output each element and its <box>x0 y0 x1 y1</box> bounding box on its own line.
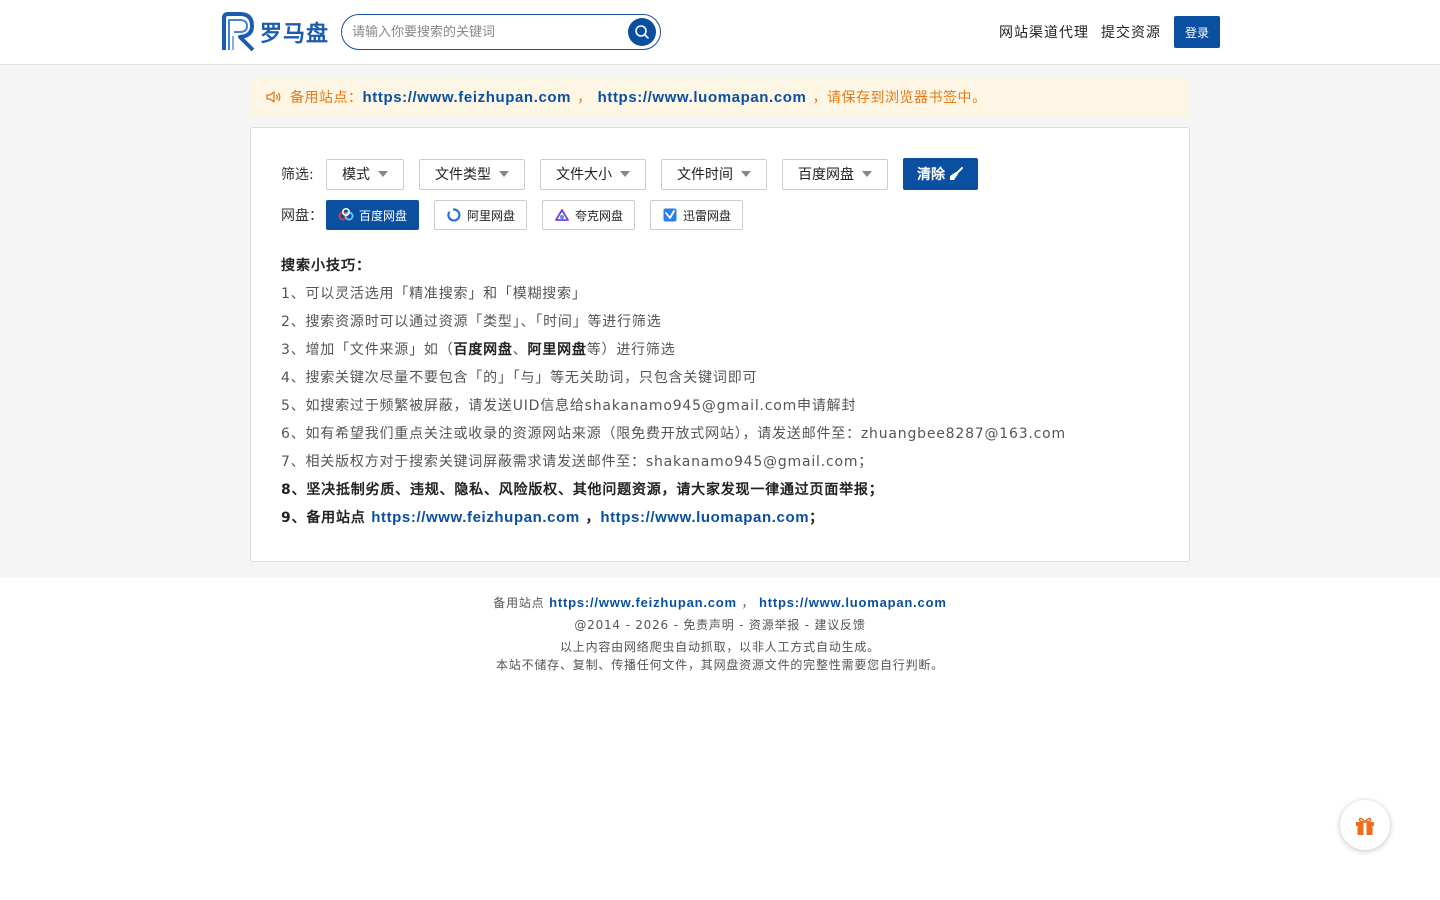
baidu-disk-icon <box>338 207 354 223</box>
notice-link-luomapan[interactable]: https://www.luomapan.com <box>598 89 807 106</box>
tip-item: 2、搜索资源时可以通过资源「类型」、「时间」等进行筛选 <box>281 314 662 330</box>
dropdown-label: 文件时间 <box>677 167 733 183</box>
caret-down-icon <box>378 171 388 177</box>
clear-label: 清除 <box>917 167 945 183</box>
tip-bold-baidu: 百度网盘 <box>453 342 513 358</box>
dropdown-label: 文件类型 <box>435 167 491 183</box>
file-time-dropdown[interactable]: 文件时间 <box>661 158 767 190</box>
footer-dash: - <box>800 618 815 632</box>
nav-submit-link[interactable]: 提交资源 <box>1101 22 1161 42</box>
filter-label: 筛选: <box>281 167 314 183</box>
logo-text: 罗马盘 <box>260 22 330 47</box>
footer-note: 本站不储存、复制、传播任何文件，其网盘资源文件的完整性需要您自行判断。 <box>495 658 944 672</box>
footer-note: 以上内容由网络爬虫自动抓取，以非人工方式自动生成。 <box>559 640 880 654</box>
disk-button-label: 迅雷网盘 <box>683 208 732 223</box>
tip-item: 6、如有希望我们重点关注或收录的资源网站来源（限免费开放式网站），请发送邮件至：… <box>281 426 1066 442</box>
footer-report-link[interactable]: 资源举报 <box>749 618 800 632</box>
tip-link-luomapan[interactable]: https://www.luomapan.com <box>600 509 809 526</box>
logo-r-icon <box>220 12 256 52</box>
tip-item: 3、增加「文件来源」如（百度网盘、阿里网盘等）进行筛选 <box>281 336 1159 364</box>
top-header: 罗马盘 网站渠道代理 提交资源 登录 <box>0 0 1440 65</box>
caret-down-icon <box>620 171 630 177</box>
disk-label: 网盘： <box>281 208 323 224</box>
broom-icon <box>950 167 963 180</box>
caret-down-icon <box>862 171 872 177</box>
filter-row: 筛选: 模式 文件类型 文件大小 文件时间 百度网盘 清除 <box>281 158 1159 190</box>
tip-text: 等）进行筛选 <box>586 342 676 358</box>
tip-text: ， <box>579 510 601 526</box>
tip-text: 3、增加「文件来源」如（ <box>281 342 454 358</box>
notice-prefix: 备用站点： <box>290 90 363 106</box>
mode-dropdown[interactable]: 模式 <box>326 158 404 190</box>
clear-button[interactable]: 清除 <box>903 158 978 190</box>
footer-copyright: @2014 - 2026 <box>574 618 669 632</box>
search-box <box>341 14 662 50</box>
tip-item: 8、坚决抵制劣质、违规、隐私、风险版权、其他问题资源，请大家发现一律通过页面举报… <box>281 482 884 498</box>
footer-dash: - <box>734 618 749 632</box>
footer-dash: - <box>668 618 684 632</box>
aliyun-disk-icon <box>446 207 462 223</box>
tips-title: 搜索小技巧： <box>281 258 371 274</box>
tip-item: 9、备用站点 https://www.feizhupan.com ，https:… <box>281 504 1159 532</box>
disk-quark-button[interactable]: 夸克网盘 <box>542 200 636 230</box>
tip-text: 、 <box>512 342 528 358</box>
site-logo[interactable]: 罗马盘 <box>220 12 329 52</box>
search-tips: 搜索小技巧： 1、可以灵活选用「精准搜索」和「模糊搜索」 2、搜索资源时可以通过… <box>281 252 1159 532</box>
tip-item: 4、搜索关键次尽量不要包含「的」「与」等无关助词，只包含关键词即可 <box>281 370 758 386</box>
top-nav: 网站渠道代理 提交资源 登录 <box>987 16 1220 48</box>
main-area: 备用站点： https://www.feizhupan.com ， https:… <box>0 65 1440 578</box>
gift-icon <box>1356 817 1374 835</box>
tip-link-feizhupan[interactable]: https://www.feizhupan.com <box>371 509 580 526</box>
disk-aliyun-button[interactable]: 阿里网盘 <box>434 200 528 230</box>
disk-source-dropdown[interactable]: 百度网盘 <box>782 158 888 190</box>
disk-button-label: 阿里网盘 <box>467 208 516 223</box>
disk-row: 网盘： 百度网盘 阿里网盘 夸克网盘 迅雷网盘 <box>281 200 1159 230</box>
file-type-dropdown[interactable]: 文件类型 <box>419 158 525 190</box>
tip-text: ； <box>809 510 824 526</box>
tip-item: 1、可以灵活选用「精准搜索」和「模糊搜索」 <box>281 286 587 302</box>
gift-button[interactable] <box>1340 800 1390 850</box>
dropdown-label: 模式 <box>342 167 370 183</box>
tip-bold-aliyun: 阿里网盘 <box>527 342 587 358</box>
footer-backup-line: 备用站点 https://www.feizhupan.com ， https:/… <box>0 592 1440 614</box>
footer-link-feizhupan[interactable]: https://www.feizhupan.com <box>549 595 737 610</box>
dropdown-label: 百度网盘 <box>798 167 854 183</box>
backup-notice: 备用站点： https://www.feizhupan.com ， https:… <box>250 77 1190 117</box>
notice-separator: ， <box>577 90 592 106</box>
dropdown-label: 文件大小 <box>556 167 612 183</box>
search-button[interactable] <box>628 18 657 46</box>
footer: 备用站点 https://www.feizhupan.com ， https:/… <box>0 578 1440 674</box>
caret-down-icon <box>741 171 751 177</box>
disk-baidu-button[interactable]: 百度网盘 <box>326 200 420 230</box>
filter-card: 筛选: 模式 文件类型 文件大小 文件时间 百度网盘 清除 网盘： 百度网盘 阿… <box>250 127 1190 562</box>
tip-item: 7、相关版权方对于搜索关键词屏蔽需求请发送邮件至：shakanamo945@gm… <box>281 454 874 470</box>
quark-disk-icon <box>554 207 570 223</box>
footer-feedback-link[interactable]: 建议反馈 <box>814 618 865 632</box>
nav-agent-link[interactable]: 网站渠道代理 <box>999 22 1089 42</box>
tip-text: 9、备用站点 <box>281 510 372 526</box>
search-input[interactable] <box>352 24 629 40</box>
footer-backup-prefix: 备用站点 <box>493 596 550 610</box>
speaker-icon <box>266 90 282 104</box>
xunlei-disk-icon <box>662 207 678 223</box>
notice-link-feizhupan[interactable]: https://www.feizhupan.com <box>363 89 572 106</box>
disk-button-label: 夸克网盘 <box>575 208 624 223</box>
footer-separator: ， <box>741 596 755 610</box>
notice-suffix: ，请保存到浏览器书签中。 <box>812 90 987 106</box>
search-icon <box>635 25 649 39</box>
disk-button-label: 百度网盘 <box>359 208 408 223</box>
footer-links-line: @2014 - 2026 - 免责声明 - 资源举报 - 建议反馈 <box>0 614 1440 636</box>
tip-item: 5、如搜索过于频繁被屏蔽，请发送UID信息给shakanamo945@gmail… <box>281 398 857 414</box>
footer-disclaimer-link[interactable]: 免责声明 <box>683 618 734 632</box>
disk-xunlei-button[interactable]: 迅雷网盘 <box>650 200 744 230</box>
footer-link-luomapan[interactable]: https://www.luomapan.com <box>759 595 947 610</box>
caret-down-icon <box>499 171 509 177</box>
file-size-dropdown[interactable]: 文件大小 <box>540 158 646 190</box>
login-button[interactable]: 登录 <box>1174 16 1220 48</box>
